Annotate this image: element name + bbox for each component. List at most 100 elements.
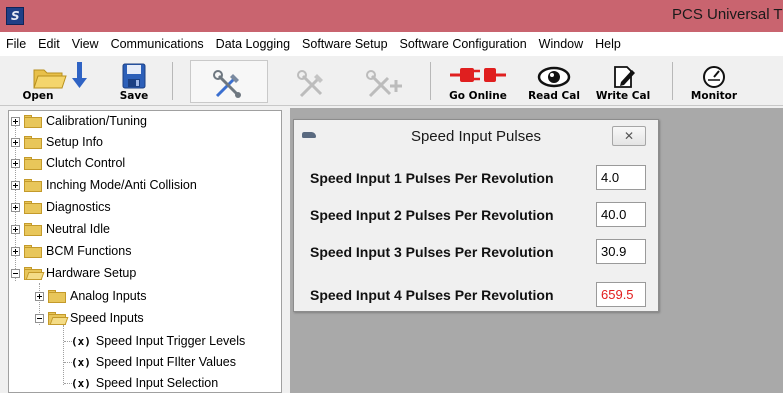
tree-item-analog-inputs[interactable]: Analog Inputs [35,286,146,306]
expand-plus-icon[interactable] [11,137,20,147]
expand-plus-icon[interactable] [11,202,20,212]
tree-item-label: Neutral Idle [46,222,110,236]
speed-input-3-field[interactable]: 30.9 [596,239,646,264]
go-online-label: Go Online [449,90,507,102]
expand-plus-icon[interactable] [11,224,20,234]
folder-icon [48,289,66,303]
folder-icon [24,135,42,149]
dialog-title-bar[interactable]: Speed Input Pulses ✕ [294,120,658,152]
speed-input-2-label: Speed Input 2 Pulses Per Revolution [310,207,554,223]
variable-icon: (x) [71,376,91,390]
gauge-icon [703,66,725,88]
open-folder-icon [48,311,69,325]
menu-edit[interactable]: Edit [32,37,66,51]
expand-plus-icon[interactable] [11,246,20,256]
write-cal-button[interactable]: Write Cal [590,60,656,102]
speed-input-2-row: Speed Input 2 Pulses Per Revolution 40.0 [310,202,646,228]
folder-icon [24,200,42,214]
save-label: Save [119,90,149,102]
tree-item-inching-mode[interactable]: Inching Mode/Anti Collision [11,175,197,195]
toolbar-separator [430,62,431,100]
menu-help[interactable]: Help [589,37,627,51]
tree-item-label: Speed Input Selection [95,376,219,390]
tree-item-label: Diagnostics [46,200,111,214]
speed-input-3-row: Speed Input 3 Pulses Per Revolution 30.9 [310,239,646,265]
tree-item-hardware-setup[interactable]: Hardware Setup [11,263,136,283]
menu-data-logging[interactable]: Data Logging [210,37,296,51]
tools-add-disabled-button[interactable] [360,60,408,102]
tree-item-label: Clutch Control [46,156,126,170]
tree-item-clutch-control[interactable]: Clutch Control [11,153,125,173]
folder-icon [24,244,42,258]
speed-input-4-row: Speed Input 4 Pulses Per Revolution 659.… [310,282,646,308]
folder-icon [24,114,42,128]
tree-item-label: Analog Inputs [70,289,147,303]
folder-icon [24,222,42,236]
wrench-plus-disabled-icon [366,70,402,98]
menu-communications[interactable]: Communications [105,37,210,51]
speed-input-pulses-dialog: Speed Input Pulses ✕ Speed Input 1 Pulse… [293,119,659,312]
speed-input-1-field[interactable]: 4.0 [596,165,646,190]
open-label: Open [22,90,54,102]
menu-file[interactable]: File [0,37,32,51]
save-button[interactable]: Save [112,60,156,102]
variable-icon: (x) [71,334,91,348]
read-cal-label: Read Cal [528,90,580,102]
toolbar: Open Save Go Online Read Cal Write Cal M… [0,56,783,106]
open-button[interactable]: Open [18,60,98,102]
tree-item-bcm-functions[interactable]: BCM Functions [11,241,131,261]
folder-icon [24,178,42,192]
variable-icon: (x) [71,355,91,369]
write-cal-label: Write Cal [595,90,651,102]
collapse-minus-icon[interactable] [35,313,44,323]
floppy-disk-icon [122,63,146,89]
speed-input-1-row: Speed Input 1 Pulses Per Revolution 4.0 [310,165,646,191]
tree-item-label: Speed Input FIlter Values [95,355,237,369]
tree-item-neutral-idle[interactable]: Neutral Idle [11,219,110,239]
tree-item-speed-inputs[interactable]: Speed Inputs [35,308,144,328]
go-online-button[interactable]: Go Online [436,60,520,102]
open-icon [33,62,87,89]
menu-software-setup[interactable]: Software Setup [296,37,393,51]
dialog-close-button[interactable]: ✕ [612,126,646,146]
tree-item-calibration-tuning[interactable]: Calibration/Tuning [11,111,147,131]
tools-button[interactable] [206,60,250,102]
menu-bar: File Edit View Communications Data Loggi… [0,32,783,56]
wrench-screwdriver-icon [213,70,241,98]
pencil-document-icon [614,66,635,88]
tree-item-speed-input-filter-values[interactable]: (x) Speed Input FIlter Values [71,352,236,372]
tree-item-label: BCM Functions [46,244,132,258]
dialog-title: Speed Input Pulses [410,128,542,145]
speed-input-2-field[interactable]: 40.0 [596,202,646,227]
close-icon: ✕ [623,129,635,143]
speed-input-3-label: Speed Input 3 Pulses Per Revolution [310,244,554,260]
read-cal-button[interactable]: Read Cal [522,60,586,102]
toolbar-separator [172,62,173,100]
menu-software-configuration[interactable]: Software Configuration [394,37,533,51]
menu-window[interactable]: Window [533,37,589,51]
menu-view[interactable]: View [66,37,105,51]
expand-plus-icon[interactable] [35,291,44,301]
tree-item-speed-input-selection[interactable]: (x) Speed Input Selection [71,373,219,392]
expand-plus-icon[interactable] [11,116,20,126]
monitor-label: Monitor [690,90,738,102]
speed-input-1-label: Speed Input 1 Pulses Per Revolution [310,170,554,186]
eye-icon [537,66,571,88]
toolbar-separator [672,62,673,100]
wrench-screwdriver-disabled-icon [297,70,323,98]
tree-item-speed-input-trigger-levels[interactable]: (x) Speed Input Trigger Levels [71,331,245,351]
navigation-tree[interactable]: Calibration/Tuning Setup Info Clutch Con… [8,110,282,393]
app-icon[interactable] [6,7,24,25]
tools-disabled-button[interactable] [290,60,334,102]
collapse-minus-icon[interactable] [11,268,20,278]
tree-item-setup-info[interactable]: Setup Info [11,132,103,152]
window-title: PCS Universal T [672,6,783,23]
tree-item-diagnostics[interactable]: Diagnostics [11,197,111,217]
expand-plus-icon[interactable] [11,180,20,190]
monitor-button[interactable]: Monitor [684,60,744,102]
tree-item-label: Speed Inputs [70,311,144,325]
speed-input-4-field[interactable]: 659.5 [596,282,646,307]
title-bar[interactable]: PCS Universal T [0,0,783,32]
tree-guide-line [63,325,64,385]
expand-plus-icon[interactable] [11,158,20,168]
